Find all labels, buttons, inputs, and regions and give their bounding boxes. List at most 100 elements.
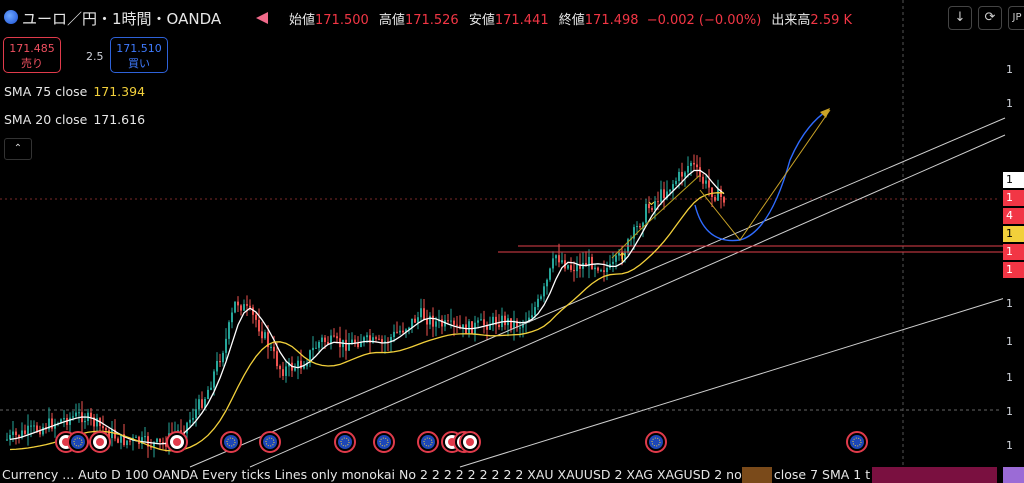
candle-body [687, 165, 689, 173]
sma75-value: 171.394 [93, 84, 146, 99]
candle-body [315, 347, 317, 349]
candle-body [708, 180, 710, 188]
eu-flag-icon [263, 435, 277, 449]
flag-icon[interactable] [256, 12, 268, 24]
candle-body [348, 343, 350, 351]
price-axis-label: 4 [1003, 208, 1024, 224]
candle-body [6, 439, 8, 441]
symbol-title[interactable]: ユーロ／円・1時間・OANDA [22, 8, 221, 29]
candle-body [90, 412, 92, 418]
candle-body [519, 327, 521, 329]
candle-body [540, 296, 542, 299]
candle-body [84, 420, 86, 423]
price-axis-label: 1 [1003, 244, 1024, 260]
symbol-globe-icon[interactable] [4, 10, 18, 24]
candle-body [672, 184, 674, 190]
buy-button[interactable]: 171.510 買い [110, 37, 168, 73]
trendline-lower [459, 297, 1006, 468]
event-marker-dot [173, 438, 181, 446]
sell-button[interactable]: 171.485 売り [3, 37, 61, 73]
candle-body [276, 351, 278, 367]
sell-price: 171.485 [9, 42, 55, 55]
candle-body [24, 430, 26, 434]
candle-body [660, 189, 662, 202]
candle-body [63, 418, 65, 420]
candle-body [669, 189, 671, 192]
collapse-legend-button[interactable]: ⌃ [4, 138, 32, 160]
candle-body [270, 346, 272, 348]
high-value: 171.526 [404, 13, 459, 28]
sma75-legend[interactable]: SMA 75 close 171.394 [4, 84, 145, 99]
sma20-legend[interactable]: SMA 20 close 171.616 [4, 112, 145, 127]
candle-body [294, 368, 296, 371]
status-magenta-tag [872, 467, 997, 483]
candle-body [537, 298, 539, 308]
candle-body [594, 267, 596, 270]
chart-overlays: ⌄↑ [9, 108, 1006, 468]
candle-body [201, 399, 203, 408]
candle-body [636, 225, 638, 228]
candle-body [663, 189, 665, 199]
candle-body [561, 260, 563, 263]
candle-body [468, 321, 470, 334]
eu-flag-icon [377, 435, 391, 449]
download-button[interactable]: ↓ [948, 6, 972, 30]
sma20-line [9, 169, 725, 445]
price-axis-label: 1 [1003, 404, 1024, 420]
candle-body [705, 180, 707, 184]
candle-body [378, 338, 380, 340]
candle-body [480, 319, 482, 321]
candle-body [447, 320, 449, 322]
status-purple-tag [1003, 467, 1024, 483]
candle-body [366, 335, 368, 338]
candle-body [402, 330, 404, 333]
candle-body [702, 176, 704, 184]
candle-body [237, 301, 239, 306]
candle-body [225, 338, 227, 353]
volume-label: 出来高 [771, 13, 811, 28]
status-bar: Currency ... Auto D 100 OANDA Every tick… [0, 467, 1024, 483]
candle-body [261, 331, 263, 339]
refresh-button[interactable]: ⟳ [978, 6, 1002, 30]
sma20-label: SMA 20 close [4, 112, 88, 127]
candle-body [312, 347, 314, 351]
candle-body [336, 336, 338, 339]
candle-body [429, 315, 431, 325]
candle-body [453, 320, 455, 325]
sell-label: 売り [21, 57, 43, 70]
language-button[interactable]: JP [1008, 6, 1024, 30]
candle-body [504, 315, 506, 326]
price-axis-label: 1 [1003, 96, 1024, 112]
candle-body [612, 261, 614, 264]
candle-body [690, 162, 692, 166]
candle-body [681, 171, 683, 177]
candle-body [417, 317, 419, 323]
close-value: 171.498 [584, 13, 639, 28]
status-bar-text: Currency ... Auto D 100 OANDA Every tick… [2, 467, 871, 482]
candle-body [717, 189, 719, 201]
candle-body [510, 318, 512, 329]
price-axis-label: 1 [1003, 62, 1024, 78]
candle-body [552, 258, 554, 269]
candle-body [216, 361, 218, 372]
sma20-value: 171.616 [93, 112, 146, 127]
candle-body [126, 440, 128, 446]
sma75-line [9, 192, 725, 452]
sma75-label: SMA 75 close [4, 84, 88, 99]
candle-body [213, 371, 215, 388]
eu-flag-icon [71, 435, 85, 449]
trendline-upper [189, 117, 1006, 468]
candle-body [723, 197, 725, 203]
candle-body [450, 320, 452, 322]
candle-body [15, 431, 17, 436]
candle-body [117, 438, 119, 443]
swing-up-icon: ↑ [617, 251, 628, 266]
candle-body [36, 425, 38, 432]
candle-body [303, 366, 305, 369]
candle-body [228, 322, 230, 339]
candle-body [639, 225, 641, 228]
candle-body [105, 428, 107, 431]
candlesticks [6, 154, 725, 458]
candle-body [345, 339, 347, 351]
candle-body [393, 331, 395, 338]
